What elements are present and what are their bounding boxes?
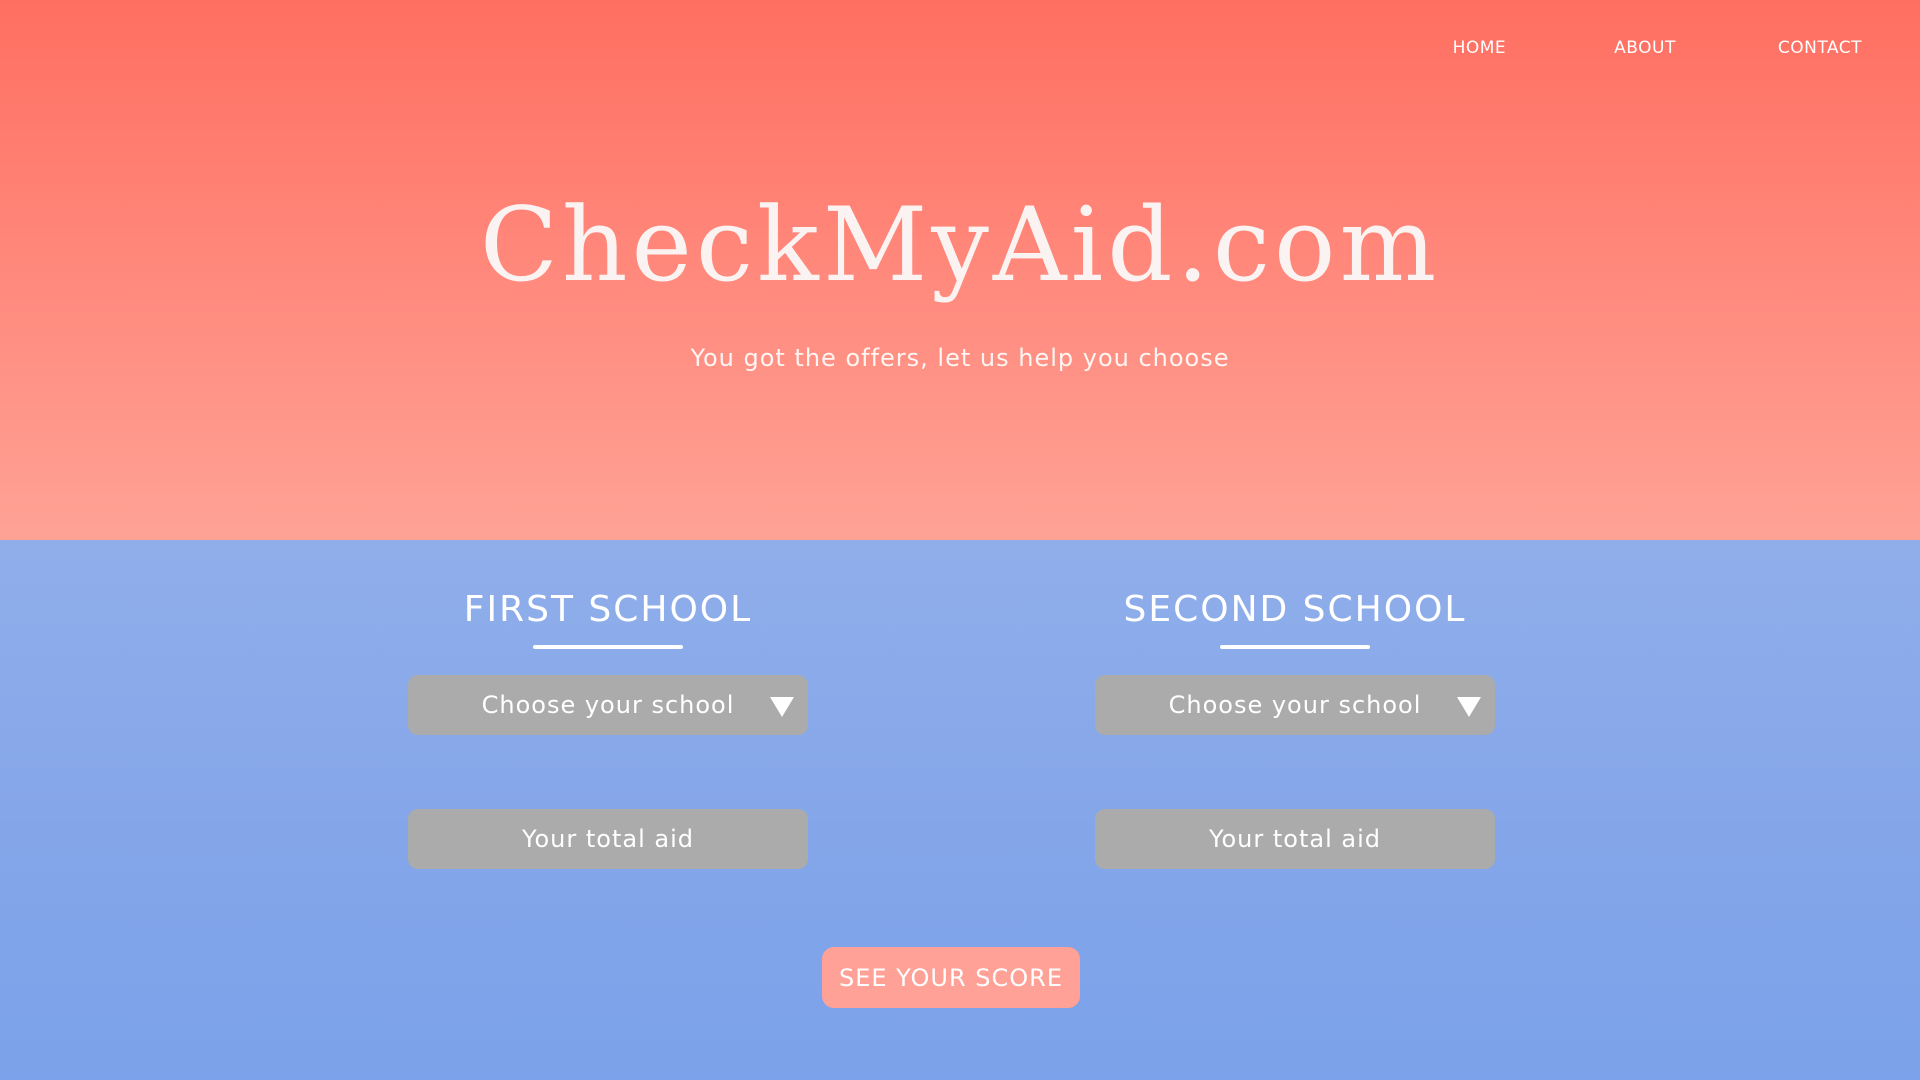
select-placeholder: Choose your school xyxy=(1168,691,1422,720)
second-school-aid-input[interactable] xyxy=(1095,809,1495,870)
first-school-heading: FIRST SCHOOL xyxy=(463,589,753,630)
first-school-column: FIRST SCHOOL Choose your school xyxy=(408,588,808,870)
second-school-select[interactable]: Choose your school xyxy=(1095,675,1495,736)
nav-about-link[interactable]: ABOUT xyxy=(1614,38,1676,58)
hero-section: HOME ABOUT CONTACT CheckMyAid.com You go… xyxy=(0,0,1920,540)
heading-underline xyxy=(533,645,683,650)
nav-home-link[interactable]: HOME xyxy=(1453,38,1507,58)
second-school-heading: SECOND SCHOOL xyxy=(1123,589,1467,630)
second-school-column: SECOND SCHOOL Choose your school xyxy=(1095,588,1495,870)
see-score-button[interactable]: SEE YOUR SCORE xyxy=(822,947,1080,1008)
chevron-down-icon xyxy=(770,697,794,718)
heading-underline xyxy=(1220,645,1370,650)
select-placeholder: Choose your school xyxy=(481,691,735,720)
first-school-aid-input[interactable] xyxy=(408,809,808,870)
site-title: CheckMyAid.com xyxy=(479,186,1441,305)
first-school-select[interactable]: Choose your school xyxy=(408,675,808,736)
chevron-down-icon xyxy=(1457,697,1481,718)
nav-contact-link[interactable]: CONTACT xyxy=(1778,38,1862,58)
comparison-form: FIRST SCHOOL Choose your school SECOND S… xyxy=(0,540,1920,1080)
tagline: You got the offers, let us help you choo… xyxy=(690,344,1230,372)
top-nav: HOME ABOUT CONTACT xyxy=(1453,38,1862,58)
